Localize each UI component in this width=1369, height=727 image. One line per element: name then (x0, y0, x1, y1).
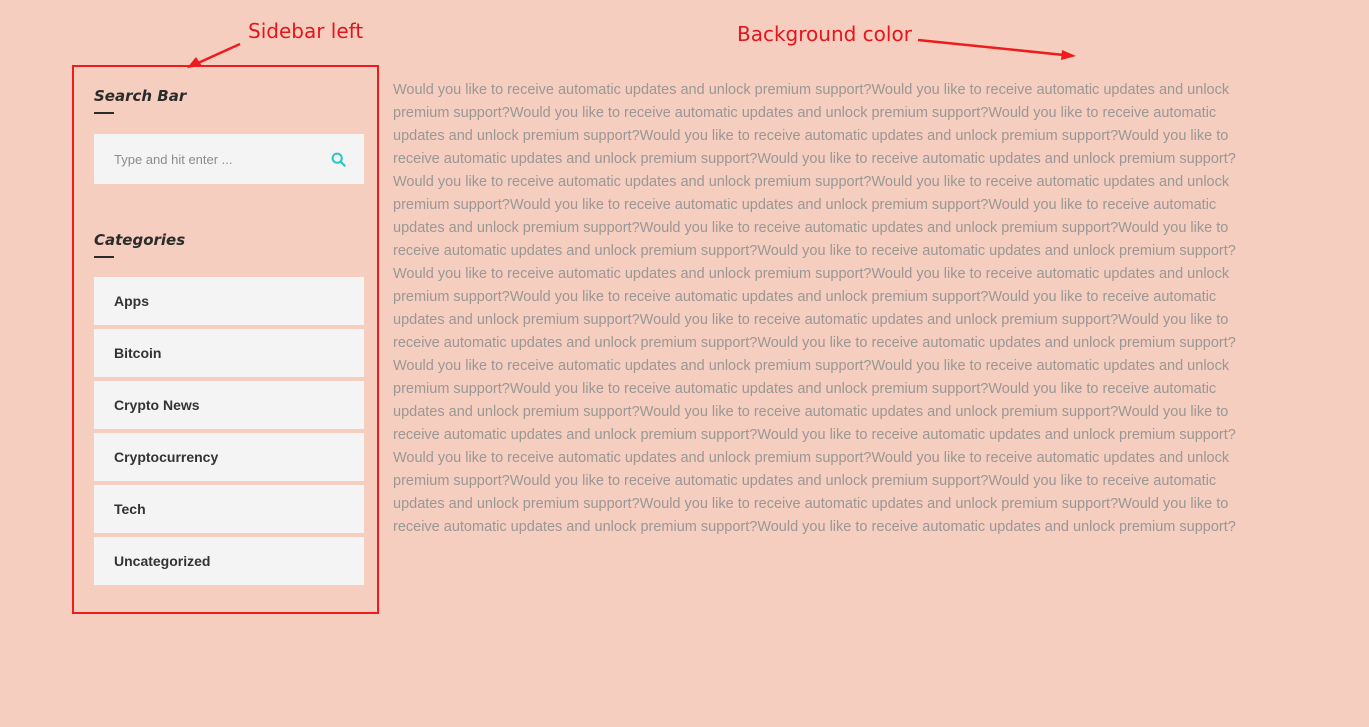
title-underline (94, 256, 114, 258)
category-item-apps[interactable]: Apps (94, 277, 364, 325)
title-underline (94, 112, 114, 114)
main-body-text: Would you like to receive automatic upda… (393, 82, 1236, 535)
background-arrow (917, 38, 1076, 60)
categories-widget-title: Categories (94, 231, 186, 249)
category-item-bitcoin[interactable]: Bitcoin (94, 329, 364, 377)
page-background: { "colors": { "page_background": "#f5cec… (0, 0, 1369, 727)
search-icon[interactable] (330, 151, 346, 167)
annotation-sidebar-left: Sidebar left (248, 19, 364, 43)
search-widget-title: Search Bar (94, 87, 187, 105)
search-box (94, 134, 364, 184)
category-item-crypto-news[interactable]: Crypto News (94, 381, 364, 429)
category-item-tech[interactable]: Tech (94, 485, 364, 533)
category-item-cryptocurrency[interactable]: Cryptocurrency (94, 433, 364, 481)
sidebar-left: Search Bar Categories Apps Bitcoin Crypt… (72, 65, 379, 614)
search-input[interactable] (114, 151, 330, 167)
category-item-uncategorized[interactable]: Uncategorized (94, 537, 364, 585)
annotation-background-color: Background color (737, 22, 912, 46)
category-list: Apps Bitcoin Crypto News Cryptocurrency … (94, 277, 364, 589)
